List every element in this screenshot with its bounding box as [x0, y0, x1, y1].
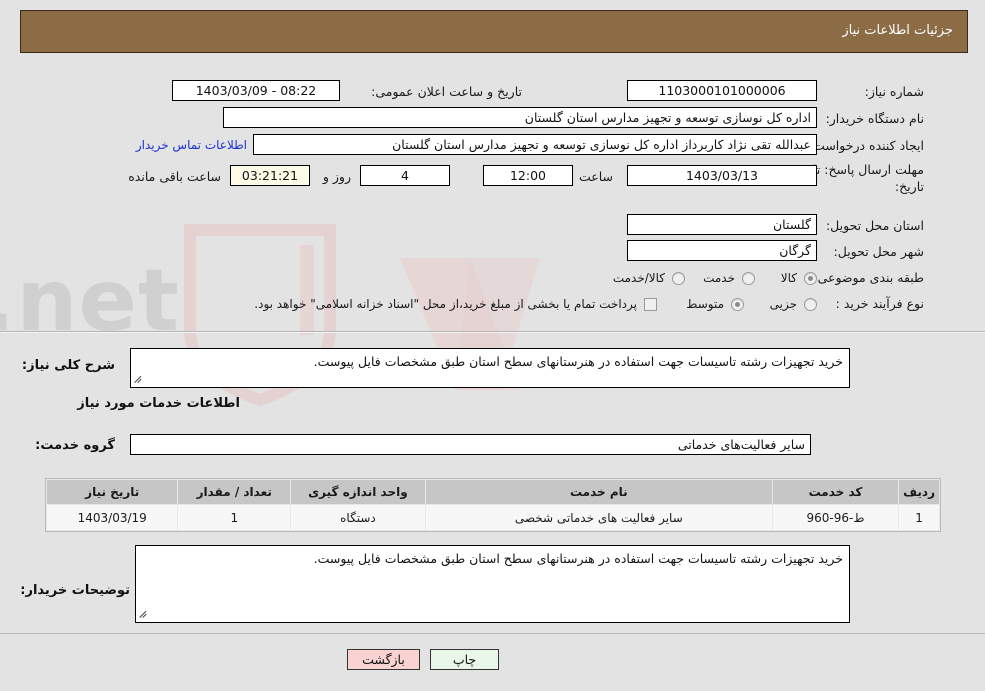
buyer-contact-link[interactable]: اطلاعات تماس خریدار — [136, 138, 247, 152]
radio-process-jozi-label: جزیی — [769, 297, 797, 311]
remaining-countdown-label: ساعت باقی مانده — [128, 169, 221, 184]
service-group-label: گروه خدمت: — [35, 438, 115, 453]
subject-category-label: طبقه بندی موضوعی: — [813, 270, 924, 285]
buyer-notes-label: توضیحات خریدار: — [20, 583, 130, 598]
need-summary-label: شرح کلی نیاز: — [21, 358, 115, 373]
th-unit: واحد اندازه گیری — [290, 479, 426, 505]
services-table: ردیف کد خدمت نام خدمت واحد اندازه گیری ت… — [45, 479, 940, 531]
service-group-value: سایر فعالیت‌های خدماتی — [130, 434, 811, 455]
need-summary-textarea[interactable]: خرید تجهیزات رشته تاسیسات جهت استفاده در… — [130, 348, 850, 388]
divider-top — [0, 331, 985, 333]
treasury-bond-note: پرداخت تمام یا بخشی از مبلغ خرید،از محل … — [254, 297, 637, 311]
delivery-city-label: شهر محل تحویل: — [833, 244, 924, 259]
remaining-days-value: 4 — [360, 165, 450, 186]
td-index: 1 — [898, 504, 940, 531]
deadline-label-line1: مهلت ارسال پاسخ: تا — [813, 162, 924, 177]
services-section-title: اطلاعات خدمات مورد نیاز — [77, 396, 240, 411]
delivery-city-value: گرگان — [627, 240, 817, 261]
radio-category-kala-khedmat-label: کالا/خدمت — [612, 271, 665, 285]
page-root: AriaTender.net جزئیات اطلاعات نیاز شماره… — [0, 0, 985, 691]
request-creator-value: عبدالله تقی نژاد کاربرداز اداره کل نوساز… — [253, 134, 817, 155]
td-code: ط-96-960 — [771, 504, 900, 531]
deadline-date-value: 1403/03/13 — [627, 165, 817, 186]
delivery-province-label: استان محل تحویل: — [825, 218, 924, 233]
request-creator-label: ایجاد کننده درخواست: — [808, 138, 924, 153]
table-header-row: ردیف کد خدمت نام خدمت واحد اندازه گیری ت… — [45, 479, 940, 505]
deadline-label-line2: تاریخ: — [894, 179, 924, 194]
td-date: 1403/03/19 — [45, 504, 179, 531]
radio-process-motevaset[interactable] — [731, 298, 744, 311]
resize-grip-icon-2[interactable] — [139, 610, 149, 620]
delivery-province-value: گلستان — [627, 214, 817, 235]
deadline-hour-value: 12:00 — [483, 165, 573, 186]
th-index: ردیف — [898, 479, 940, 505]
header-bar: جزئیات اطلاعات نیاز — [20, 10, 968, 53]
services-table-wrapper: ردیف کد خدمت نام خدمت واحد اندازه گیری ت… — [45, 478, 941, 532]
need-info-panel: شماره نیاز: 1103000101000006 تاریخ و ساع… — [8, 66, 977, 327]
need-summary-text: خرید تجهیزات رشته تاسیسات جهت استفاده در… — [313, 354, 843, 369]
deadline-hour-label: ساعت — [578, 169, 613, 184]
remaining-days-label: روز و — [322, 169, 351, 184]
radio-category-khedmat-label: خدمت — [703, 271, 735, 285]
print-button[interactable]: چاپ — [430, 649, 499, 670]
divider-bottom — [0, 633, 985, 634]
th-code: کد خدمت — [771, 479, 900, 505]
back-button[interactable]: بازگشت — [347, 649, 420, 670]
resize-grip-icon[interactable] — [134, 375, 144, 385]
treasury-bond-checkbox[interactable] — [644, 298, 657, 311]
page-title: جزئیات اطلاعات نیاز — [842, 23, 953, 38]
radio-process-motevaset-label: متوسط — [686, 297, 724, 311]
radio-category-kala-khedmat[interactable] — [672, 272, 685, 285]
td-name: سایر فعالیت های خدماتی شخصی — [424, 504, 773, 531]
buyer-org-label: نام دستگاه خریدار: — [825, 111, 924, 126]
th-name: نام خدمت — [424, 479, 773, 505]
th-quantity: تعداد / مقدار — [177, 479, 292, 505]
remaining-countdown-value: 03:21:21 — [230, 165, 310, 186]
td-unit: دستگاه — [290, 504, 426, 531]
td-quantity: 1 — [177, 504, 292, 531]
buyer-org-value: اداره کل نوسازی توسعه و تجهیز مدارس استا… — [223, 107, 817, 128]
radio-process-jozi[interactable] — [804, 298, 817, 311]
need-number-label: شماره نیاز: — [864, 84, 924, 99]
radio-category-kala[interactable] — [804, 272, 817, 285]
radio-category-khedmat[interactable] — [742, 272, 755, 285]
announce-datetime-value: 08:22 - 1403/03/09 — [172, 80, 340, 101]
radio-category-kala-label: کالا — [780, 271, 797, 285]
buyer-notes-textarea[interactable]: خرید تجهیزات رشته تاسیسات جهت استفاده در… — [135, 545, 850, 623]
buyer-notes-text: خرید تجهیزات رشته تاسیسات جهت استفاده در… — [313, 551, 843, 566]
th-date: تاریخ نیاز — [45, 479, 179, 505]
announce-datetime-label: تاریخ و ساعت اعلان عمومی: — [371, 84, 522, 99]
purchase-process-label: نوع فرآیند خرید : — [835, 296, 924, 311]
table-row: 1 ط-96-960 سایر فعالیت های خدماتی شخصی د… — [45, 504, 940, 531]
need-number-value: 1103000101000006 — [627, 80, 817, 101]
